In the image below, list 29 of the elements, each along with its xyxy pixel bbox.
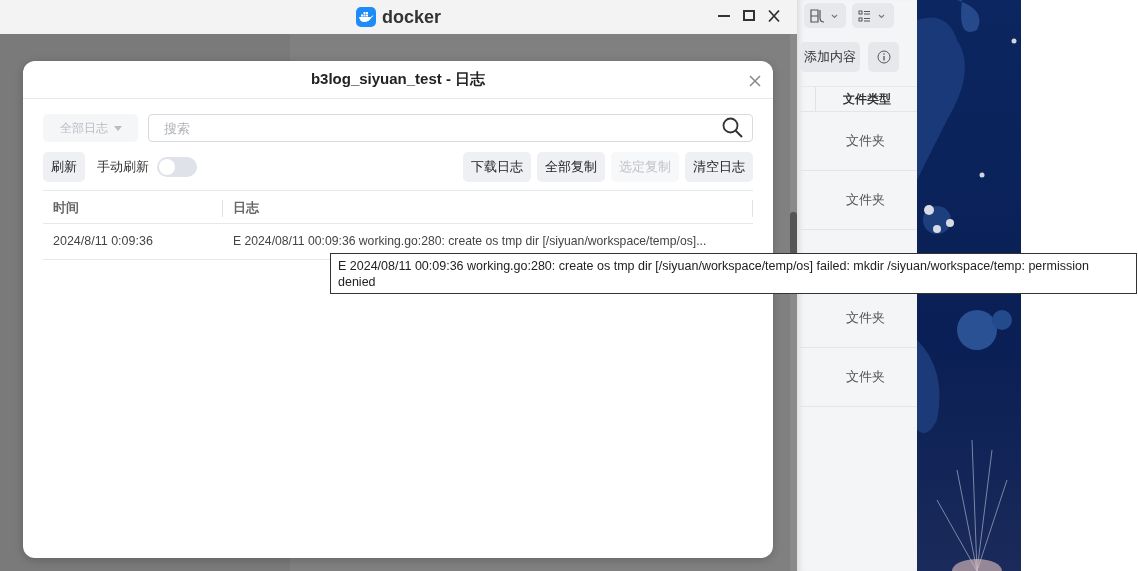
close-icon[interactable] — [768, 9, 780, 23]
table-cell-text: 2024/8/11 0:09:36 — [52, 233, 154, 248]
window-title: docker — [382, 6, 441, 28]
list-dropdown-button[interactable] — [852, 3, 894, 28]
scrollbar-thumb[interactable] — [790, 212, 797, 255]
action-button[interactable]: 清空日志 — [685, 152, 753, 182]
whale-logo-icon — [356, 7, 376, 27]
maximize-icon[interactable] — [743, 9, 755, 23]
add-content-button[interactable]: 添加内容 — [800, 42, 860, 72]
table-cell: 文件夹 — [845, 132, 885, 150]
refresh-button[interactable]: 刷新 — [43, 152, 85, 182]
info-icon[interactable] — [868, 42, 899, 72]
toggle-switch[interactable] — [157, 157, 197, 177]
search-field[interactable]: 搜索 — [148, 114, 753, 142]
column-header: 文件类型 — [841, 90, 892, 108]
search-icon[interactable] — [722, 117, 743, 138]
column-header: 日志 — [222, 199, 753, 217]
view-dropdown-button[interactable] — [804, 3, 846, 28]
caret-icon — [113, 125, 122, 131]
tooltip: E 2024/08/11 00:09:36 working.go:280: create os tmp dir [/siyuan/workspace/temp/os] failed: mkdir /siyuan/workspace/temp: permission denied — [330, 253, 1137, 294]
column-header: 时间 — [52, 199, 80, 217]
table-cell: 文件夹 — [845, 368, 885, 386]
table-cell: 文件夹 — [845, 191, 885, 209]
dialog-title: b3log_siyuan_test - 日志 — [310, 70, 486, 89]
table-cell-text: E 2024/08/11 00:09:36 working.go:280: create os tmp dir [/siyuan/workspace/temp/os]... — [232, 233, 707, 248]
action-button[interactable]: 全部复制 — [537, 152, 605, 182]
auto-refresh-label: 手动刷新 — [97, 158, 149, 176]
action-button[interactable]: 下载日志 — [463, 152, 531, 182]
table-cell: 文件夹 — [845, 309, 885, 327]
